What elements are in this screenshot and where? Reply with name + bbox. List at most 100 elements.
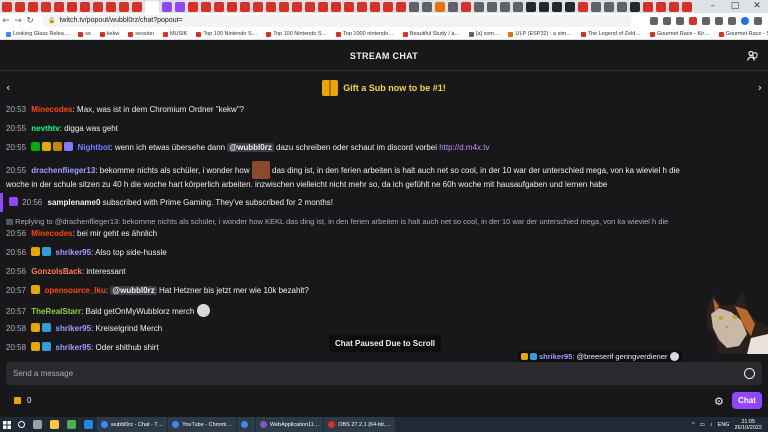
profile-avatar[interactable] <box>741 17 749 25</box>
browser-tab[interactable] <box>396 1 406 12</box>
mention[interactable]: @wubbl0rz <box>110 286 157 295</box>
browser-tab[interactable] <box>106 1 116 12</box>
username[interactable]: shriker95 <box>56 324 92 333</box>
browser-tab[interactable] <box>266 1 276 12</box>
chat-message[interactable]: 20:55 nevthtv: digga was geht <box>0 119 768 138</box>
chat-input[interactable] <box>13 369 713 378</box>
file-explorer-icon[interactable] <box>50 420 59 429</box>
bookmark-item[interactable]: The Legend of Zeld… <box>580 31 641 37</box>
close-window-icon[interactable]: ✕ <box>746 0 768 13</box>
browser-tab[interactable] <box>67 1 77 12</box>
taskbar-app[interactable]: OBS 27.2.1 (64-bit,… <box>324 417 395 432</box>
browser-tab[interactable] <box>513 1 523 12</box>
browser-tab[interactable] <box>292 1 302 12</box>
app-icon[interactable] <box>67 420 76 429</box>
browser-tab[interactable] <box>240 1 250 12</box>
bookmark-item[interactable]: Top 100 Nintendo S… <box>196 31 257 37</box>
browser-tab[interactable] <box>28 1 38 12</box>
browser-tab[interactable] <box>145 1 159 13</box>
browser-tab[interactable] <box>422 1 432 12</box>
bookmark-item[interactable]: session <box>128 31 154 37</box>
browser-tab[interactable] <box>119 1 129 12</box>
browser-tab[interactable] <box>344 1 354 12</box>
browser-tab[interactable] <box>461 1 471 12</box>
taskbar-app[interactable]: WebApplication11… <box>255 417 324 432</box>
chat-message[interactable]: 20:55 drachenflieger13: bekomme nichts a… <box>0 157 768 194</box>
username[interactable]: opensource_lku <box>45 286 106 295</box>
browser-tab[interactable] <box>279 1 289 12</box>
browser-tab[interactable] <box>253 1 263 12</box>
browser-tab[interactable] <box>370 1 380 12</box>
browser-tab[interactable] <box>578 1 588 12</box>
app-icon[interactable] <box>84 420 93 429</box>
chat-message[interactable]: 20:53 Minecodes: Max, was ist in dem Chr… <box>0 106 768 119</box>
browser-tab[interactable] <box>318 1 328 12</box>
browser-tab[interactable] <box>188 1 198 12</box>
windows-start-icon[interactable] <box>0 417 14 432</box>
chat-log[interactable]: 20:53 Minecodes: Max, was ist in dem Chr… <box>0 106 768 357</box>
extension-icon[interactable] <box>689 17 697 25</box>
browser-tab[interactable] <box>552 1 562 12</box>
taskbar-app[interactable] <box>236 417 255 432</box>
task-view-icon[interactable] <box>33 420 42 429</box>
browser-tab[interactable] <box>80 1 90 12</box>
username[interactable]: nevthtv <box>31 124 59 133</box>
username[interactable]: samplename0 <box>48 198 101 207</box>
username[interactable]: shriker95 <box>56 343 92 352</box>
volume-icon[interactable]: ♪ <box>710 422 713 428</box>
chat-message[interactable]: 20:56 GonzolsBack: interessant <box>0 262 768 281</box>
username[interactable]: Minecodes <box>31 229 72 238</box>
chat-paused-button[interactable]: Chat Paused Due to Scroll <box>329 335 442 352</box>
username[interactable]: TheRealStarr <box>31 307 81 316</box>
extensions-puzzle-icon[interactable] <box>715 17 723 25</box>
username[interactable]: GonzolsBack <box>31 267 82 276</box>
hype-banner[interactable]: ‹ Gift a Sub now to be #1! › <box>0 72 768 104</box>
browser-tab[interactable] <box>630 1 640 12</box>
browser-tab[interactable] <box>383 1 393 12</box>
browser-tab[interactable] <box>201 1 211 12</box>
browser-tab[interactable] <box>331 1 341 12</box>
browser-tab[interactable] <box>500 1 510 12</box>
message-link[interactable]: http://d.m4x.tv <box>439 143 489 152</box>
mention[interactable]: @wubbl0rz <box>227 143 274 152</box>
maximize-icon[interactable]: □ <box>724 0 746 13</box>
chat-message[interactable]: 20:56 shriker95: Also top side-hussle <box>0 243 768 262</box>
network-icon[interactable]: ▭ <box>700 422 705 428</box>
channel-points[interactable]: 0 <box>14 396 31 405</box>
bookmark-item[interactable]: ULP (ESP32) : a sim… <box>508 31 572 37</box>
chat-message[interactable]: 20:57 opensource_lku: @wubbl0rz Hat Hetz… <box>0 281 768 300</box>
sub-notice[interactable]: 20:56 samplename0 subscribed with Prime … <box>0 193 768 212</box>
username[interactable]: drachenflieger13 <box>31 166 95 175</box>
extension-icon[interactable] <box>702 17 710 25</box>
chat-send-button[interactable]: Chat <box>732 392 762 409</box>
chevron-left-icon[interactable]: ‹ <box>6 81 10 94</box>
bookmark-item[interactable]: ss <box>78 31 91 37</box>
username[interactable]: Nightbot <box>78 143 111 152</box>
taskbar-app[interactable]: wubbl0rz - Chat - T… <box>97 417 168 432</box>
chat-message[interactable]: 20:55 Nightbot: wenn ich etwas übersehe … <box>0 138 768 157</box>
browser-tab[interactable] <box>175 1 185 12</box>
browser-tab[interactable] <box>93 1 103 12</box>
bookmark-item[interactable]: MUSIK <box>162 31 187 37</box>
back-icon[interactable]: ← <box>0 16 12 26</box>
username[interactable]: Minecodes <box>31 106 72 114</box>
settings-gear-icon[interactable]: ⚙ <box>714 395 724 408</box>
browser-tab[interactable] <box>227 1 237 12</box>
browser-tab[interactable] <box>474 1 484 12</box>
browser-tab[interactable] <box>591 1 601 12</box>
browser-tab[interactable] <box>132 1 142 12</box>
chat-message[interactable]: 20:57 TheRealStarr: Bald getOnMyWubblorz… <box>0 300 768 321</box>
share-icon[interactable] <box>663 17 671 25</box>
bookmark-item[interactable]: kekw <box>99 31 119 37</box>
browser-tab[interactable] <box>54 1 64 12</box>
url-field[interactable]: 🔒 twitch.tv/popout/wubbl0rz/chat?popout= <box>42 15 632 27</box>
tray-chevron-icon[interactable]: ^ <box>692 422 695 428</box>
browser-tab[interactable] <box>162 1 172 12</box>
browser-tab[interactable] <box>643 1 653 12</box>
browser-menu-icon[interactable] <box>754 17 762 25</box>
emote-picker-icon[interactable] <box>744 368 755 379</box>
media-icon[interactable] <box>728 17 736 25</box>
bookmark-item[interactable]: Gourmet Race - Kir… <box>649 31 710 37</box>
browser-tab[interactable] <box>539 1 549 12</box>
browser-tab[interactable] <box>448 1 458 12</box>
